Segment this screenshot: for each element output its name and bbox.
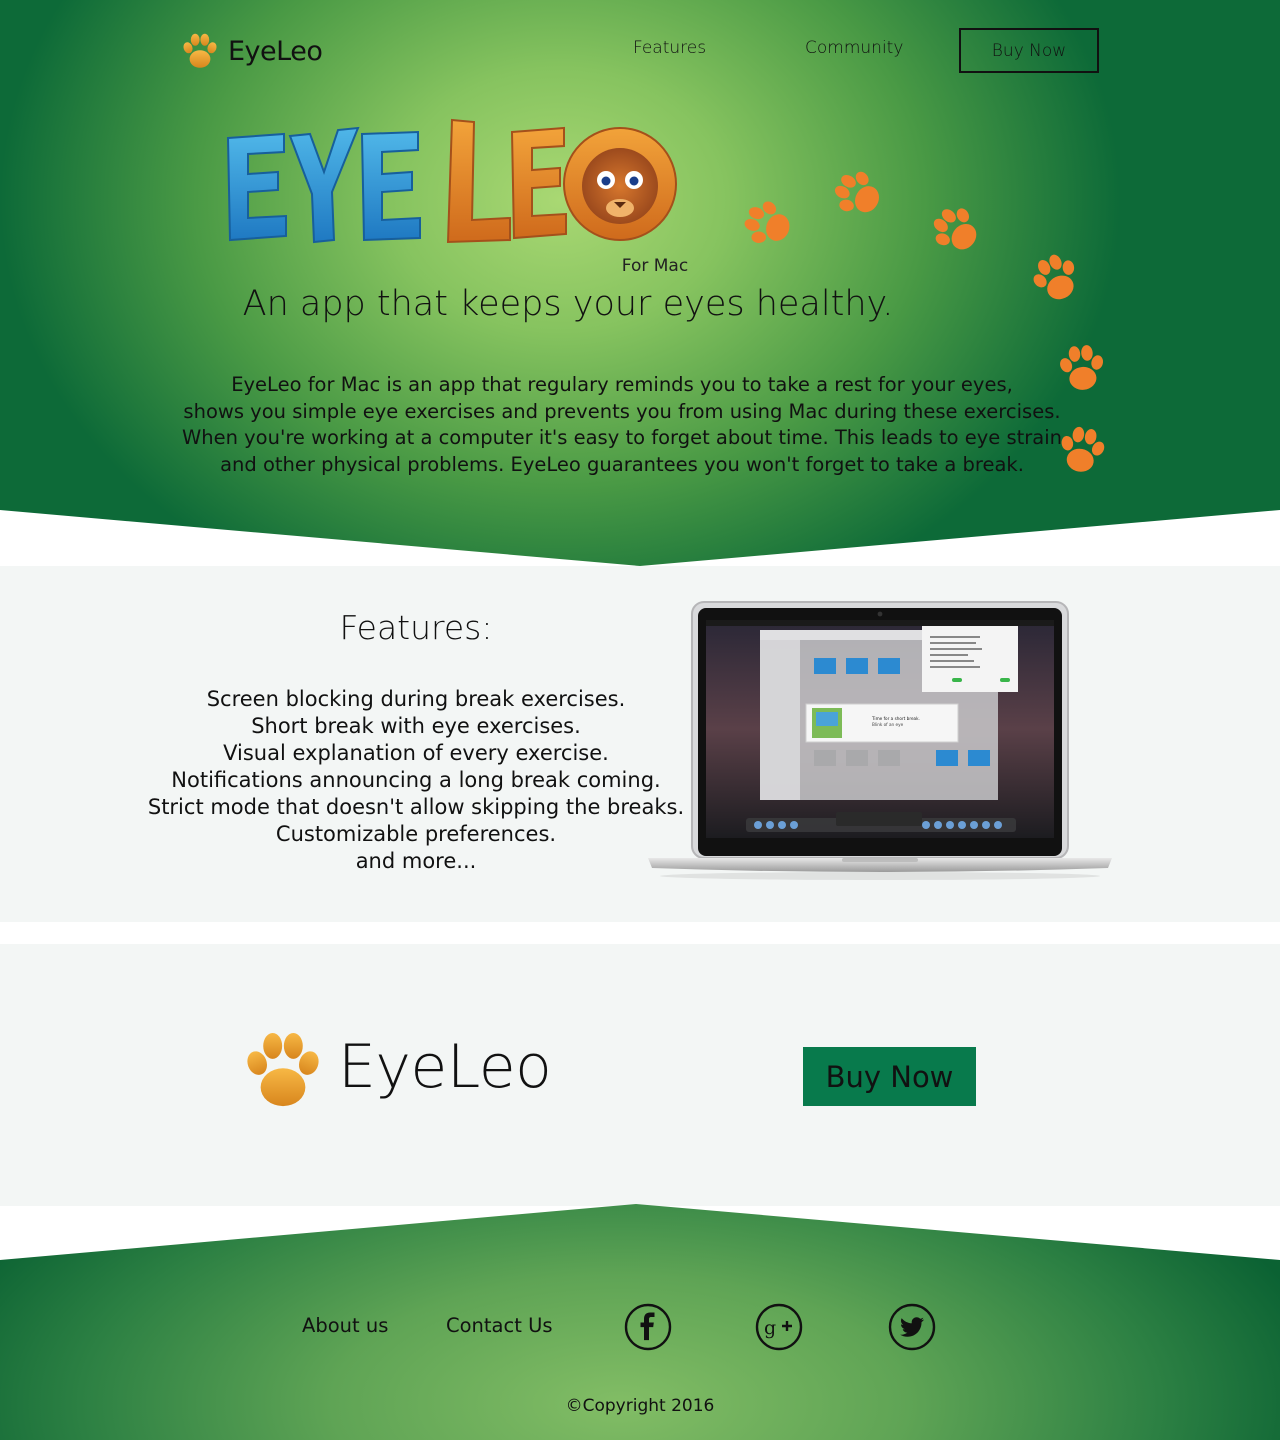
feature-item: Customizable preferences. <box>275 822 557 846</box>
twitter-icon[interactable] <box>888 1303 936 1351</box>
intro-line: EyeLeo for Mac is an app that regulary r… <box>231 373 1013 396</box>
cta-buy-now-button[interactable]: Buy Now <box>803 1047 976 1106</box>
features-title: Features: <box>339 608 493 647</box>
paw-print-icon <box>1026 252 1086 304</box>
hero-tagline: An app that keeps your eyes healthy. <box>242 284 894 324</box>
feature-item: Visual explanation of every exercise. <box>223 741 609 765</box>
paw-print-icon <box>1052 424 1112 476</box>
svg-text:g: g <box>764 1317 776 1339</box>
paw-logo-icon <box>180 29 220 73</box>
intro-line: and other physical problems. EyeLeo guar… <box>220 452 1024 476</box>
features-list: Screen blocking during break exercises. … <box>116 686 716 875</box>
cta-brand-name: EyeLeo <box>338 1032 552 1102</box>
footer-contact-us-link[interactable]: Contact Us <box>446 1314 553 1337</box>
nav-features-link[interactable]: Features <box>633 38 706 58</box>
copyright-text: ©Copyright 2016 <box>565 1396 715 1416</box>
macbook-screenshot-image: Time for a short break. Blink of an eye <box>648 601 1112 880</box>
facebook-icon[interactable] <box>624 1303 672 1351</box>
notification-title: Time for a short break. <box>871 716 920 721</box>
header-brand-name: EyeLeo <box>228 35 323 67</box>
intro-line: shows you simple eye exercises and preve… <box>183 399 1061 423</box>
paw-print-icon <box>828 168 888 220</box>
feature-item: Screen blocking during break exercises. <box>206 687 626 711</box>
feature-item: and more... <box>355 849 477 873</box>
header-logo[interactable]: EyeLeo <box>180 28 323 74</box>
paw-print-icon <box>926 204 986 256</box>
hero-intro-text: EyeLeo for Mac is an app that regulary r… <box>140 372 1104 478</box>
google-plus-icon[interactable]: g <box>755 1303 803 1351</box>
cta-section <box>0 944 1280 1206</box>
paw-print-icon <box>1052 342 1112 394</box>
notification-body: Blink of an eye <box>872 722 904 727</box>
intro-line: When you're working at a computer it's e… <box>181 426 1063 449</box>
nav-buy-now-button[interactable]: Buy Now <box>959 28 1099 73</box>
paw-print-icon <box>738 198 798 250</box>
footer-about-us-link[interactable]: About us <box>302 1314 388 1337</box>
feature-item: Strict mode that doesn't allow skipping … <box>147 795 685 819</box>
for-mac-subtitle: For Mac <box>621 256 689 276</box>
nav-community-link[interactable]: Community <box>805 38 903 58</box>
eyeleo-wordmark-logo <box>226 118 677 244</box>
paw-logo-icon <box>240 1022 326 1118</box>
feature-item: Notifications announcing a long break co… <box>171 768 661 792</box>
feature-item: Short break with eye exercises. <box>251 714 581 738</box>
